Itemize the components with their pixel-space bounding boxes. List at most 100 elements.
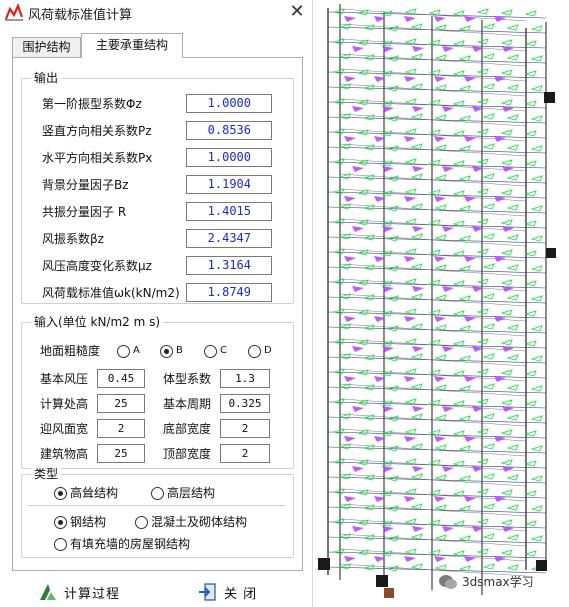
watermark-text: 3dsmax学习 [462,575,534,589]
green-load-arrow [476,428,489,435]
green-load-arrow [476,8,489,15]
radio-circle-icon [204,344,217,358]
green-load-arrow [506,294,519,301]
green-load-arrow [332,338,345,345]
roughness-option-d[interactable]: D [248,344,272,358]
green-load-arrow [482,53,495,60]
magenta-load-arrow [352,166,364,172]
green-load-arrow [410,143,423,150]
green-load-arrow [338,323,351,330]
green-load-arrow [482,233,495,240]
green-load-arrow [410,563,423,570]
green-load-arrow [434,204,447,211]
green-load-arrow [410,203,423,210]
green-load-arrow [434,264,447,271]
magenta-load-arrow [352,526,364,532]
green-load-arrow [524,40,537,47]
green-load-arrow [410,263,423,270]
magenta-load-arrow [442,286,454,292]
material-option-concrete[interactable]: 混凝土及砌体结构 [135,515,247,529]
structure-option-highrise[interactable]: 高层结构 [151,486,215,500]
roughness-option-b[interactable]: B [160,344,183,358]
magenta-load-arrow [352,286,364,292]
close-button[interactable]: 关 闭 [198,582,257,602]
green-load-arrow [476,158,489,165]
green-load-arrow [500,129,513,136]
green-load-arrow [482,143,495,150]
green-load-arrow [530,175,543,182]
green-load-arrow [506,324,519,331]
green-load-arrow [458,175,471,182]
roughness-option-a[interactable]: A [117,344,140,358]
green-load-arrow [410,533,423,540]
green-load-arrow [524,10,537,17]
radio-checked-icon [54,486,67,500]
material-option-steel[interactable]: 钢结构 [54,515,106,529]
green-load-arrow [410,83,423,90]
green-load-arrow [332,428,345,435]
top-width-input[interactable]: 2 [220,444,270,463]
green-load-arrow [506,84,519,91]
tab-enclosure-structure[interactable]: 围护结构 [12,37,81,58]
green-load-arrow [434,504,447,511]
green-load-arrow [530,235,543,242]
magenta-load-arrow [434,556,446,562]
green-load-arrow [458,475,471,482]
magenta-load-arrow [412,346,424,352]
green-load-arrow [434,324,447,331]
green-load-arrow [338,23,351,30]
material-option-infill-steel[interactable]: 有填充墙的房屋钢结构 [54,537,190,551]
tab-main-structure[interactable]: 主要承重结构 [81,33,183,58]
magenta-load-arrow [464,376,476,382]
radio-checked-icon [54,515,67,529]
green-load-arrow [500,159,513,166]
structural-model-drawing [318,4,556,598]
magenta-load-arrow [464,316,476,322]
basic-wind-pressure-input[interactable]: 0.45 [97,369,145,388]
model-viewport[interactable]: 3dsmax学习 [314,0,569,607]
green-load-arrow [332,248,345,255]
radio-circle-icon [135,515,148,529]
output-group-title: 输出 [31,71,62,85]
magenta-load-arrow [442,106,454,112]
basic-period-input[interactable]: 0.325 [220,394,270,413]
output-value-r: 1.4015 [186,202,272,221]
green-load-arrow [356,219,369,226]
green-load-arrow [476,218,489,225]
green-load-arrow [506,474,519,481]
shape-coefficient-input[interactable]: 1.3 [220,369,270,388]
green-load-arrow [524,460,537,467]
magenta-load-arrow [404,436,416,442]
magenta-load-arrow [464,136,476,142]
green-load-arrow [500,429,513,436]
green-load-arrow [356,69,369,76]
close-icon[interactable]: ✕ [286,1,308,23]
calc-height-input[interactable]: 25 [97,394,145,413]
green-load-arrow [338,203,351,210]
green-load-arrow [476,128,489,135]
calc-process-icon [40,584,56,600]
green-load-arrow [476,458,489,465]
building-height-input[interactable]: 25 [97,444,145,463]
green-load-arrow [458,25,471,32]
bottom-width-input[interactable]: 2 [220,419,270,438]
green-load-arrow [356,9,369,16]
support-node [546,248,556,258]
roughness-option-c[interactable]: C [204,344,227,358]
green-load-arrow [332,98,345,105]
green-load-arrow [530,505,543,512]
green-load-arrow [332,38,345,45]
windward-width-input[interactable]: 2 [97,419,145,438]
green-load-arrow [482,443,495,450]
green-load-arrow [458,505,471,512]
magenta-load-arrow [442,526,454,532]
green-load-arrow [524,370,537,377]
green-load-arrow [434,174,447,181]
calc-process-button[interactable]: 计算过程 [38,582,120,602]
green-load-arrow [410,503,423,510]
green-load-arrow [332,398,345,405]
structure-option-towering[interactable]: 高耸结构 [54,486,118,500]
green-load-arrow [524,340,537,347]
magenta-load-arrow [352,226,364,232]
green-load-arrow [482,353,495,360]
